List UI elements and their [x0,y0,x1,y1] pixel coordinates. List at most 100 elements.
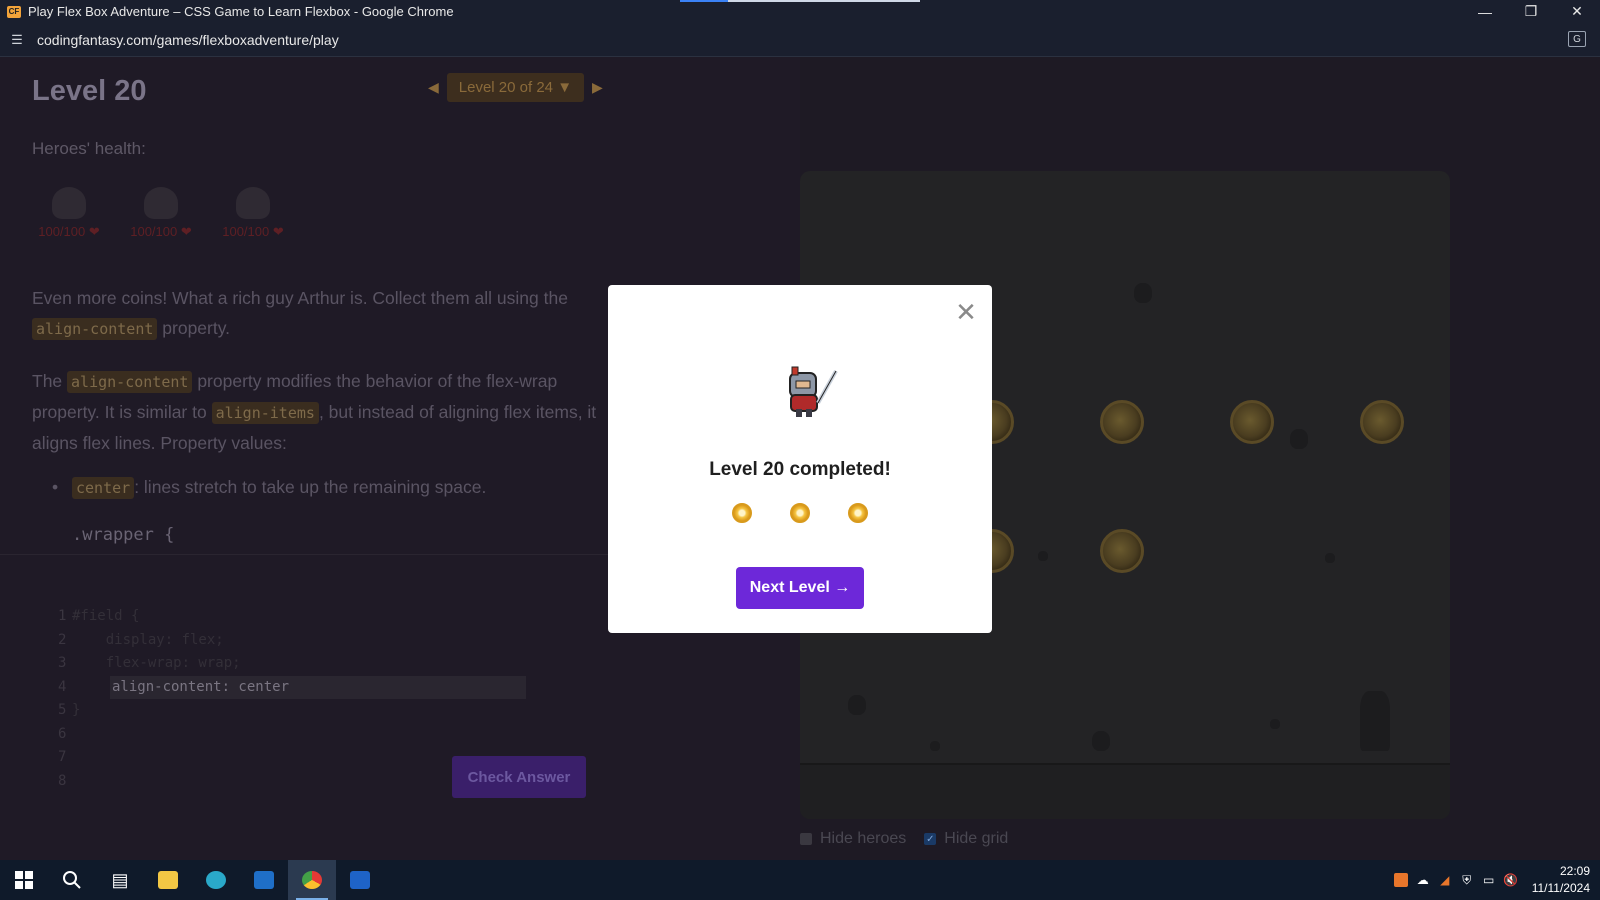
line-code: display: flex; [72,631,224,648]
line-number: 6 [58,725,67,742]
editor-line: 6 [32,723,592,747]
search-icon[interactable] [48,860,96,900]
line-number: 5 [58,702,67,718]
close-dialog-icon[interactable]: ✕ [955,299,977,325]
system-tray: ☁ ◢ ⛨ ▭ 🔇 22:09 11/11/2024 [1393,860,1600,900]
site-info-icon[interactable]: ☰ [9,32,25,48]
volume-muted-icon[interactable]: 🔇 [1503,873,1518,887]
editable-line-input[interactable]: align-content: center [110,675,526,699]
line-number: 8 [58,772,67,789]
star-icon [732,503,752,523]
close-window-icon[interactable]: ✕ [1554,0,1600,23]
knight-icon [789,366,838,417]
hero-hp: 100/100 [222,224,270,239]
app-window-icon[interactable] [336,860,384,900]
coin-icon [1360,400,1404,444]
ground [800,763,1450,819]
editor-line: 2 display: flex; [32,629,592,653]
archer-sprite-icon [236,187,270,219]
windows-start-icon[interactable] [0,860,48,900]
checkbox-icon[interactable] [800,833,812,845]
taskbar: ▤ ☁ ◢ ⛨ ▭ 🔇 22:09 11/11/2024 [0,860,1600,900]
bullet-text: : lines stretch to take up the remaining… [134,477,487,497]
rock-icon [1325,553,1335,563]
rock-icon [848,695,866,715]
mage-sprite-icon [144,187,178,219]
app-favicon-icon: CF [7,5,21,18]
editor-line: 5} [32,699,592,723]
hero-knight: 100/100 ❤ [32,187,106,241]
translate-icon[interactable]: G [1568,31,1586,47]
health-label: Heroes' health: [32,139,146,158]
next-level-icon[interactable]: ▶ [592,79,603,96]
task-view-icon[interactable]: ▤ [96,860,144,900]
rock-icon [1290,429,1308,449]
outlook-icon[interactable] [240,860,288,900]
editor-line: 1 #field { [32,605,592,629]
heart-icon: ❤ [269,224,284,239]
app-tray-icon[interactable] [1393,873,1408,887]
clock[interactable]: 22:09 11/11/2024 [1532,863,1590,897]
file-explorer-icon[interactable] [144,860,192,900]
minimize-icon[interactable]: — [1462,0,1508,23]
star-icon [790,503,810,523]
level-complete-dialog: ✕ Level 20 completed! Next Level → [608,285,992,633]
window-title: Play Flex Box Adventure – CSS Game to Le… [28,4,454,19]
checkbox-checked-icon[interactable]: ✓ [924,833,937,845]
cloud-icon[interactable]: ☁ [1416,873,1430,887]
code-align-content: align-content [32,318,158,340]
hide-heroes-label: Hide heroes [820,830,907,847]
rock-icon [1038,551,1048,561]
property-value-item: center: lines stretch to take up the rem… [52,477,487,499]
rock-icon [1270,719,1280,729]
hide-grid-toggle[interactable]: ✓ Hide grid [924,830,1008,848]
edge-browser-icon[interactable] [192,860,240,900]
level-select[interactable]: Level 20 of 24 ▼ [446,73,585,102]
security-icon[interactable]: ⛨ [1460,873,1474,887]
hero-archer: 100/100 ❤ [216,187,290,241]
coin-icon [1100,529,1144,573]
hide-grid-label: Hide grid [944,830,1009,847]
editor-line: 4 align-content: center [32,675,592,699]
totem-icon [1360,691,1390,751]
speaker-tray-icon[interactable]: ◢ [1438,873,1452,887]
coin-icon [1100,400,1144,444]
rock-icon [1134,283,1152,303]
line-number: 4 [58,678,67,695]
prev-level-icon[interactable]: ◀ [428,79,439,96]
level-description: Even more coins! What a rich guy Arthur … [32,283,607,458]
desc-text: property. [162,318,231,338]
line-code: #field { [72,608,140,624]
line-number: 2 [58,631,67,648]
star-rating [608,503,992,523]
line-number: 1 [58,608,67,624]
desc-text: The [32,371,63,391]
title-bar: CF Play Flex Box Adventure – CSS Game to… [0,0,1600,23]
chrome-icon[interactable] [288,860,336,900]
level-title: Level 20 [32,75,147,107]
page-loading-indicator [680,0,920,2]
line-code: } [72,702,81,718]
code-align-items: align-items [211,402,319,424]
rock-icon [930,741,940,751]
desc-text: Even more coins! What a rich guy Arthur … [32,288,568,308]
hero-hp: 100/100 [130,224,178,239]
clock-date: 11/11/2024 [1531,881,1590,895]
code-snippet: .wrapper { [72,525,175,545]
network-icon[interactable]: ▭ [1482,873,1496,887]
line-code: flex-wrap: wrap; [72,655,241,671]
star-icon [848,503,868,523]
heart-icon: ❤ [177,224,192,239]
restore-icon[interactable]: ❐ [1508,0,1554,23]
hide-heroes-toggle[interactable]: Hide heroes [800,830,906,848]
check-answer-button[interactable]: Check Answer [452,756,586,798]
url-text[interactable]: codingfantasy.com/games/flexboxadventure… [37,32,339,48]
heart-icon: ❤ [85,224,100,239]
address-bar[interactable]: ☰ codingfantasy.com/games/flexboxadventu… [0,23,1600,57]
completion-title: Level 20 completed! [709,459,891,480]
code-align-content: align-content [67,371,193,393]
clock-time: 22:09 [1559,864,1590,878]
code-center: center [72,477,135,499]
knight-sprite-icon [52,187,86,219]
next-level-button[interactable]: Next Level → [736,567,864,609]
